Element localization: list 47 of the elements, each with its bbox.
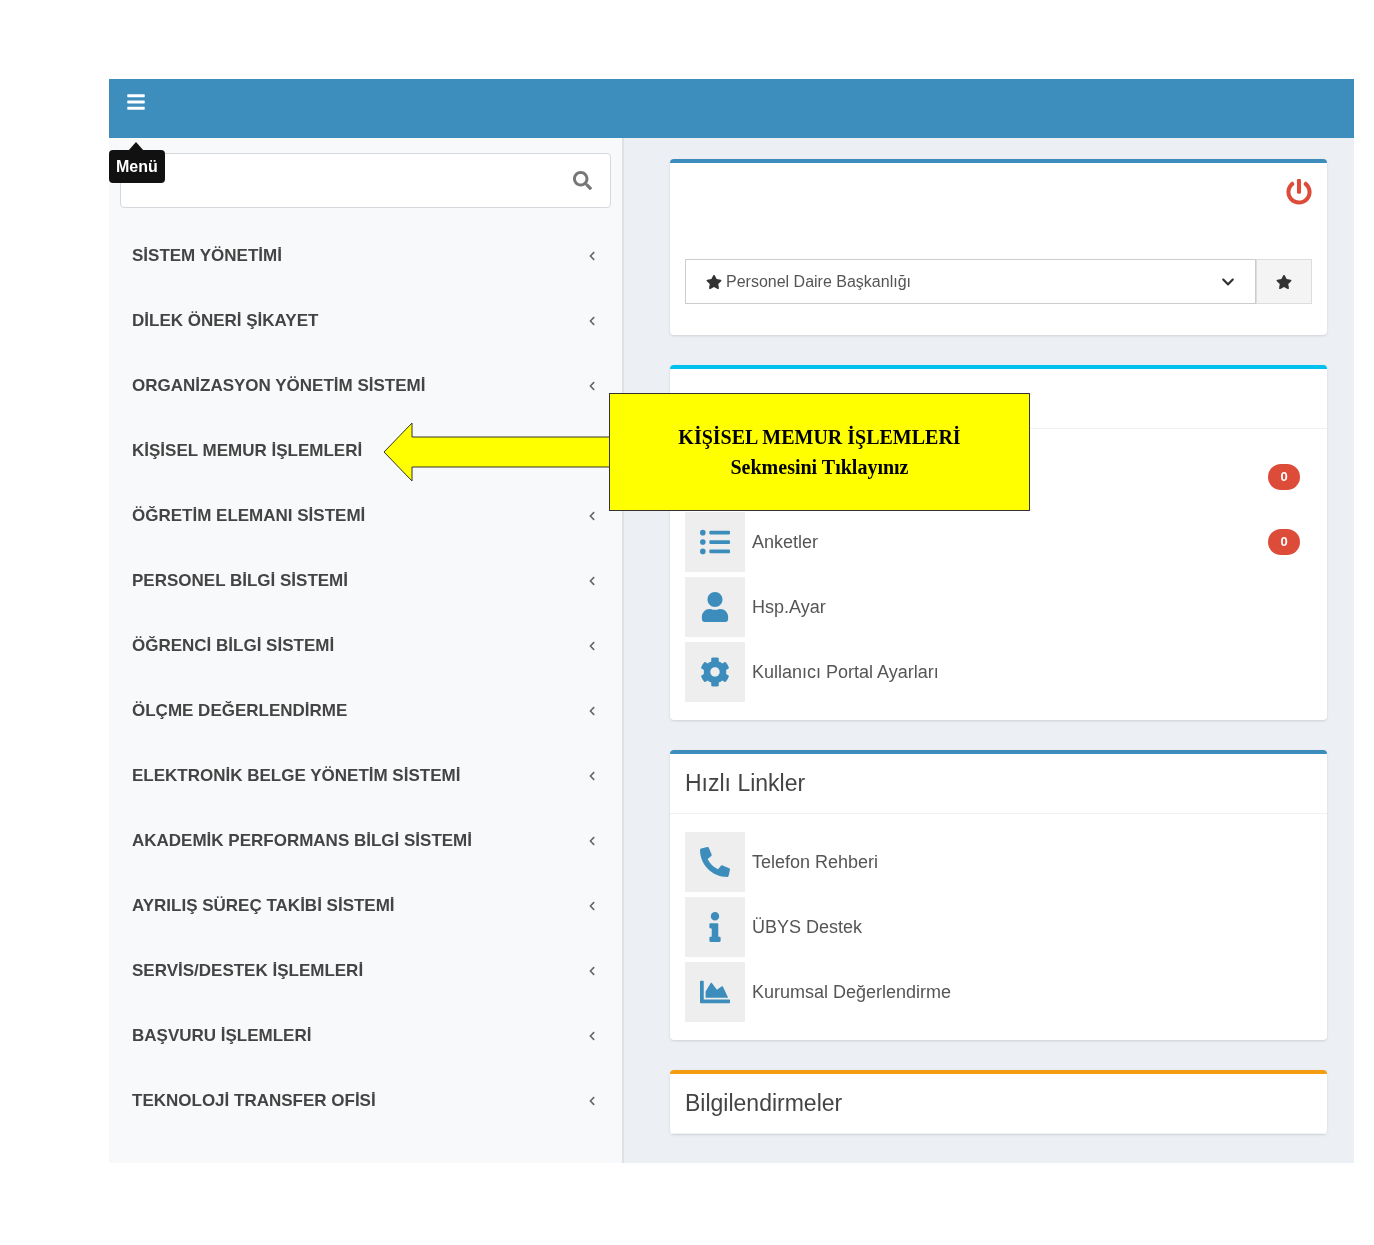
sidebar-item[interactable]: SİSTEM YÖNETİMİ [132, 242, 282, 269]
link-label[interactable]: Kullanıcı Portal Ayarları [752, 658, 939, 686]
link-label[interactable]: Telefon Rehberi [752, 848, 879, 876]
link-label[interactable]: Kurumsal Değerlendirme [752, 978, 952, 1006]
sidebar-item[interactable]: ÖLÇME DEĞERLENDİRME [132, 697, 348, 724]
menu-button[interactable] [125, 91, 147, 113]
sidebar-item[interactable]: SERVİS/DESTEK İŞLEMLERİ [132, 957, 364, 984]
sidebar-item[interactable]: ORGANİZASYON YÖNETİM SİSTEMİ [132, 372, 426, 399]
favorite-button[interactable] [1256, 259, 1312, 304]
icon-tile[interactable] [685, 512, 745, 572]
link-label[interactable]: Hsp.Ayar [752, 593, 826, 621]
user-icon [700, 592, 730, 622]
power-icon [1286, 179, 1312, 205]
link-label[interactable]: ÜBYS Destek [752, 913, 863, 941]
link-label[interactable]: Anketler [752, 528, 819, 556]
sidebar-item[interactable]: AKADEMİK PERFORMANS BİLGİ SİSTEMİ [132, 827, 472, 854]
icon-tile[interactable] [685, 577, 745, 637]
sidebar-item[interactable]: ÖĞRENCİ BİLGİ SİSTEMİ [132, 632, 335, 659]
sidebar-item[interactable]: ÖĞRETİM ELEMANI SİSTEMİ [132, 502, 366, 529]
sidebar-item[interactable]: BAŞVURU İŞLEMLERİ [132, 1022, 312, 1049]
sidebar-item[interactable]: PERSONEL BİLGİ SİSTEMİ [132, 567, 348, 594]
unit-select[interactable]: Personel Daire Başkanlığı [685, 259, 1256, 304]
icon-tile[interactable] [685, 832, 745, 892]
count-badge: 0 [1268, 529, 1300, 555]
callout-text: KİŞİSEL MEMUR İŞLEMLERİ [678, 425, 961, 451]
menu-tooltip: Menü [109, 150, 165, 183]
sidebar-item[interactable]: TEKNOLOJİ TRANSFER OFİSİ [132, 1087, 376, 1114]
list-icon [700, 527, 730, 557]
card-title: Bilgilendirmeler [685, 1089, 843, 1119]
card-title: Hızlı Linkler [685, 769, 806, 799]
sidebar-item[interactable]: KİŞİSEL MEMUR İŞLEMLERİ [132, 437, 363, 464]
tooltip-pointer [128, 142, 144, 151]
count-badge: 0 [1268, 464, 1300, 490]
callout-text: Sekmesini Tıklayınız [730, 455, 909, 481]
power-button[interactable] [1286, 179, 1312, 205]
icon-tile[interactable] [685, 897, 745, 957]
sidebar-item[interactable]: DİLEK ÖNERİ ŞİKAYET [132, 307, 319, 334]
star-icon [1276, 273, 1292, 290]
search-icon [573, 171, 592, 190]
sidebar-item[interactable]: ELEKTRONİK BELGE YÖNETİM SİSTEMİ [132, 762, 461, 789]
sidebar-item[interactable]: AYRILIŞ SÜREÇ TAKİBİ SİSTEMİ [132, 892, 395, 919]
icon-tile[interactable] [685, 962, 745, 1022]
phone-icon [700, 847, 730, 877]
settings-icon [700, 657, 730, 687]
star-icon [706, 273, 722, 290]
icon-tile[interactable] [685, 642, 745, 702]
menu-icon [126, 92, 146, 112]
